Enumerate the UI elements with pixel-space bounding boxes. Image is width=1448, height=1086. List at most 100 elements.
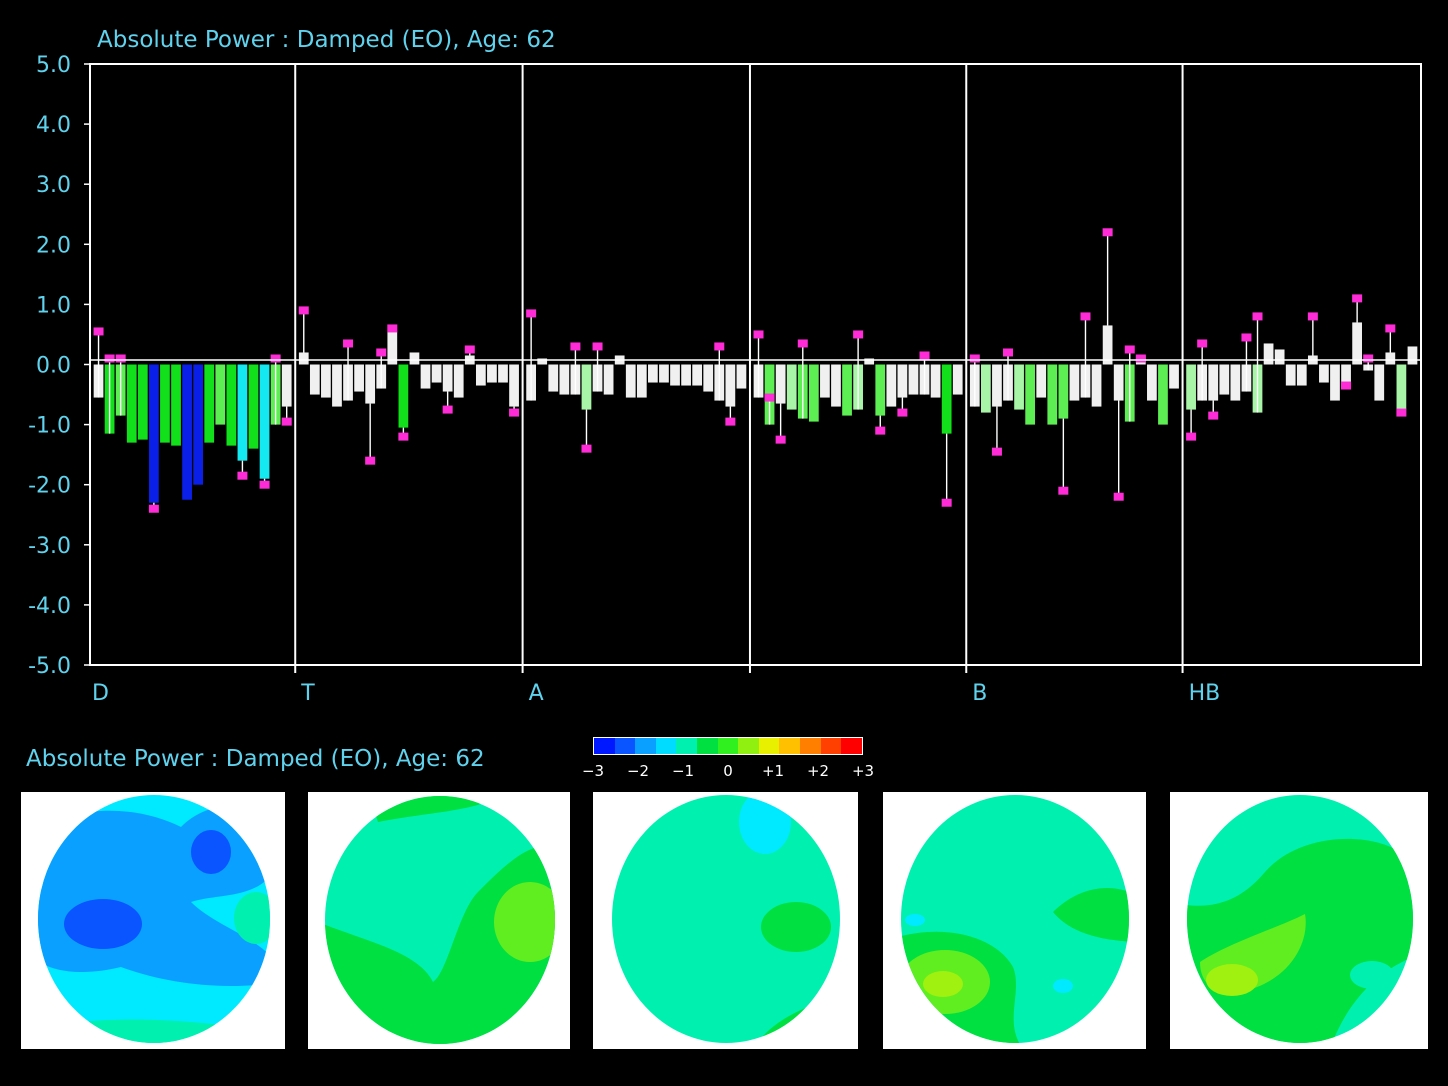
whisker-marker	[897, 408, 908, 417]
bar	[842, 364, 852, 416]
whisker-marker	[148, 504, 159, 513]
whisker-marker	[764, 393, 775, 402]
band-label: B	[972, 681, 987, 706]
bar	[1047, 364, 1058, 425]
y-tick-label: -2.0	[28, 474, 71, 499]
whisker-marker	[797, 339, 808, 348]
bar	[193, 364, 204, 485]
bar	[453, 364, 464, 398]
bar	[149, 364, 159, 503]
bar	[204, 364, 215, 443]
color-scale-swatch	[594, 738, 615, 754]
bar	[1407, 346, 1418, 365]
bar	[281, 364, 292, 407]
whisker-marker	[1396, 408, 1407, 417]
whisker-marker	[1307, 312, 1318, 321]
whisker-marker	[753, 330, 764, 339]
whisker-marker	[1197, 339, 1208, 348]
whisker-marker	[1363, 354, 1374, 363]
color-scale-label: 0	[723, 762, 733, 780]
bar	[509, 364, 519, 407]
whisker-marker	[853, 330, 864, 339]
bar	[1208, 364, 1219, 401]
bar	[1069, 364, 1080, 401]
head-map-theta	[308, 792, 570, 1049]
whisker-marker	[969, 354, 980, 363]
bar	[648, 364, 658, 383]
whisker-marker	[725, 417, 736, 426]
bar	[820, 364, 830, 398]
bar	[1113, 364, 1124, 401]
bar	[548, 364, 559, 392]
bar	[332, 364, 342, 407]
y-tick-label: 3.0	[36, 173, 71, 198]
color-scale-swatch	[841, 738, 862, 754]
color-scale-swatch	[697, 738, 718, 754]
bar	[581, 364, 592, 410]
maps-title: Absolute Power : Damped (EO), Age: 62	[26, 746, 485, 772]
bar	[487, 364, 497, 383]
whisker-marker	[376, 348, 387, 357]
bar	[1147, 364, 1157, 401]
whisker-marker	[509, 408, 520, 417]
bar	[808, 364, 819, 422]
bar	[137, 364, 148, 440]
bar	[1025, 364, 1036, 425]
bar	[670, 364, 680, 386]
bar	[431, 364, 442, 383]
bar	[398, 364, 409, 428]
y-tick-label: -3.0	[28, 534, 71, 559]
head-map-beta	[883, 792, 1146, 1049]
bar	[831, 364, 841, 407]
whisker-marker	[526, 309, 537, 318]
bar	[952, 364, 963, 395]
whisker-marker	[1186, 432, 1197, 441]
bar	[226, 364, 237, 446]
bar	[1230, 364, 1241, 401]
head-map-alpha	[593, 792, 858, 1049]
bar	[930, 364, 941, 398]
whisker-marker	[1385, 324, 1396, 333]
bar	[259, 364, 270, 479]
bar	[908, 364, 919, 395]
bar	[897, 364, 908, 398]
y-tick-label: 5.0	[36, 53, 71, 78]
bar	[365, 364, 376, 404]
whisker-marker	[464, 345, 475, 354]
bar	[636, 364, 647, 398]
bar	[1058, 364, 1069, 419]
bar	[659, 364, 669, 383]
bar	[681, 364, 691, 386]
y-tick-label: 0.0	[36, 354, 71, 379]
bar	[1296, 364, 1307, 386]
color-scale-swatch	[738, 738, 759, 754]
bar	[625, 364, 636, 398]
bar	[321, 364, 331, 398]
bar	[1219, 364, 1230, 395]
color-scale-swatch	[635, 738, 656, 754]
bar	[160, 364, 170, 443]
bar	[1285, 364, 1296, 386]
bar	[886, 364, 897, 407]
bar	[941, 364, 952, 434]
bar	[775, 364, 786, 404]
whisker-marker	[991, 447, 1002, 456]
color-scale-swatch	[614, 738, 636, 754]
whisker-marker	[919, 351, 930, 360]
band-label: HB	[1189, 681, 1221, 706]
color-scale-swatch	[655, 738, 677, 754]
band-label: A	[529, 681, 544, 706]
whisker-marker	[775, 435, 786, 444]
bar	[237, 364, 248, 461]
bar	[736, 364, 747, 389]
y-tick-label: 4.0	[36, 113, 71, 138]
bar	[725, 364, 736, 407]
whisker-marker	[1341, 381, 1352, 390]
bar	[1385, 352, 1396, 365]
color-scale-label: +1	[761, 762, 785, 780]
bar	[354, 364, 364, 392]
bar	[1352, 322, 1362, 365]
color-scale-swatch	[758, 738, 780, 754]
whisker-marker	[270, 354, 281, 363]
y-tick-label: -1.0	[28, 414, 71, 439]
